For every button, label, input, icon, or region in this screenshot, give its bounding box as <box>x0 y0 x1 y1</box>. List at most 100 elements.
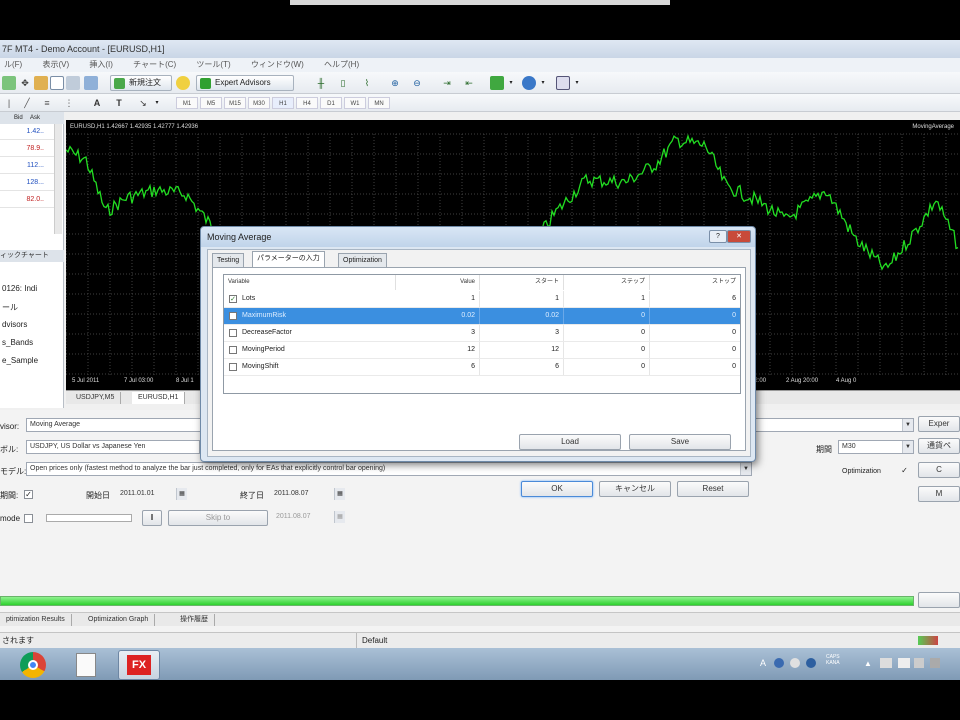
templates-icon[interactable] <box>556 76 570 90</box>
menu-window[interactable]: ウィンドウ(W) <box>251 60 304 69</box>
market-watch-row[interactable]: 128... <box>0 175 54 191</box>
parameter-start[interactable]: 1 <box>480 291 564 307</box>
timeframe-w1[interactable]: W1 <box>344 97 366 109</box>
parameter-step[interactable]: 0 <box>564 359 650 375</box>
speed-slider[interactable] <box>46 514 132 522</box>
settings-icon[interactable] <box>790 658 800 668</box>
parameter-stop[interactable]: 0 <box>650 359 740 375</box>
symbol-properties-button[interactable]: 通貨ペ <box>918 438 960 454</box>
volume-icon[interactable] <box>930 658 940 668</box>
parameter-value[interactable]: 6 <box>396 359 480 375</box>
pause-button[interactable]: ‖ <box>142 510 162 526</box>
parameter-value[interactable]: 1 <box>396 291 480 307</box>
timeframe-mn[interactable]: MN <box>368 97 390 109</box>
parameter-checkbox[interactable] <box>229 329 237 337</box>
chart-tab-eurusd[interactable]: EURUSD,H1 <box>132 392 186 404</box>
channel-icon[interactable]: ≡ <box>40 96 54 110</box>
navigator-item[interactable]: 0126: Indi <box>2 284 37 293</box>
tab-optimization-results[interactable]: ptimization Results <box>0 614 72 626</box>
trendline-icon[interactable]: ╱ <box>20 96 34 110</box>
chrome-icon[interactable] <box>20 652 46 678</box>
metaeditor-icon[interactable] <box>176 76 190 90</box>
parameter-value[interactable]: 3 <box>396 325 480 341</box>
parameter-stop[interactable]: 6 <box>650 291 740 307</box>
tick-chart-tab[interactable]: ィックチャート <box>0 250 64 262</box>
line-chart-icon[interactable]: ⌇ <box>360 76 374 90</box>
reset-button[interactable]: Reset <box>677 481 749 497</box>
network-icon[interactable] <box>914 658 924 668</box>
chart-shift-icon[interactable]: ⇥ <box>440 76 454 90</box>
indicators-icon[interactable] <box>490 76 504 90</box>
mt4-taskbar-button[interactable]: FX <box>118 650 160 680</box>
parameter-stop[interactable]: 0 <box>650 342 740 358</box>
menu-view[interactable]: 表示(V) <box>42 60 69 69</box>
expert-properties-button[interactable]: Exper <box>918 416 960 432</box>
menu-help[interactable]: ヘルプ(H) <box>324 60 359 69</box>
chart-button[interactable]: C <box>918 462 960 478</box>
tab-testing[interactable]: Testing <box>212 253 245 267</box>
navigator-icon[interactable] <box>66 76 80 90</box>
model-select[interactable]: Open prices only (fastest method to anal… <box>26 462 752 476</box>
text-icon[interactable]: A <box>90 96 104 110</box>
ime-lang-icon[interactable]: A <box>760 658 766 668</box>
parameter-start[interactable]: 6 <box>480 359 564 375</box>
parameter-stop[interactable]: 0 <box>650 325 740 341</box>
use-date-checkbox[interactable]: ✓ <box>24 490 33 499</box>
navigator-item[interactable]: s_Bands <box>2 338 33 347</box>
navigator-item[interactable]: dvisors <box>2 320 27 329</box>
visual-mode-checkbox[interactable] <box>24 514 33 523</box>
help-icon[interactable] <box>806 658 816 668</box>
tab-optimization[interactable]: Optimization <box>338 253 387 267</box>
market-watch-row[interactable]: 112... <box>0 158 54 174</box>
parameter-checkbox[interactable]: ✓ <box>229 295 237 303</box>
timeframe-m5[interactable]: M5 <box>200 97 222 109</box>
close-button[interactable]: ✕ <box>727 230 751 243</box>
candlestick-icon[interactable]: ▯ <box>336 76 350 90</box>
navigator-item[interactable]: ール <box>2 302 18 313</box>
terminal-icon[interactable] <box>84 76 98 90</box>
parameter-step[interactable]: 1 <box>564 291 650 307</box>
notepad-icon[interactable] <box>76 653 96 677</box>
tab-inputs[interactable]: パラメーターの入力 <box>252 251 325 268</box>
chevron-down-icon[interactable]: ▾ <box>570 76 584 90</box>
profiles-icon[interactable] <box>34 76 48 90</box>
help-button[interactable]: ? <box>709 230 727 243</box>
timeframe-h4[interactable]: H4 <box>296 97 318 109</box>
market-watch-row[interactable]: 78.9.. <box>0 141 54 157</box>
text-label-icon[interactable]: T <box>112 96 126 110</box>
new-order-button[interactable]: 新規注文 <box>110 75 172 91</box>
start-button[interactable] <box>918 592 960 608</box>
parameter-start[interactable]: 3 <box>480 325 564 341</box>
parameter-step[interactable]: 0 <box>564 342 650 358</box>
autoscroll-icon[interactable]: ⇤ <box>462 76 476 90</box>
parameter-stop[interactable]: 0 <box>650 308 740 324</box>
skip-to-button[interactable]: Skip to <box>168 510 268 526</box>
period-select[interactable]: M30 ▼ <box>838 440 914 454</box>
timeframe-m15[interactable]: M15 <box>224 97 246 109</box>
tab-journal[interactable]: 操作履歴 <box>174 614 215 626</box>
chevron-down-icon[interactable]: ▾ <box>504 76 518 90</box>
fibonacci-icon[interactable]: ⋮ <box>62 96 76 110</box>
timeframe-h1[interactable]: H1 <box>272 97 294 109</box>
window-icon[interactable] <box>50 76 64 90</box>
chevron-down-icon[interactable]: ▾ <box>536 76 550 90</box>
parameter-row[interactable]: MovingPeriod 12 12 0 0 <box>224 342 740 359</box>
parameter-checkbox[interactable] <box>229 346 237 354</box>
bar-chart-icon[interactable]: ╫ <box>314 76 328 90</box>
timeframe-m1[interactable]: M1 <box>176 97 198 109</box>
modify-expert-button[interactable]: M <box>918 486 960 502</box>
load-button[interactable]: Load <box>519 434 621 450</box>
ime-icon[interactable] <box>774 658 784 668</box>
chevron-down-icon[interactable]: ▾ <box>150 96 164 110</box>
parameter-value[interactable]: 12 <box>396 342 480 358</box>
tray-expand-icon[interactable]: ▲ <box>864 659 872 668</box>
from-date[interactable]: 2011.01.01 ▦ <box>116 487 188 501</box>
timeframe-d1[interactable]: D1 <box>320 97 342 109</box>
parameter-step[interactable]: 0 <box>564 308 650 324</box>
periods-icon[interactable] <box>522 76 536 90</box>
parameter-checkbox[interactable] <box>229 312 237 320</box>
market-watch-row[interactable]: 82.0.. <box>0 192 54 208</box>
skip-date[interactable]: 2011.08.07 ▦ <box>272 510 346 524</box>
crosshair-move-icon[interactable]: ✥ <box>18 76 32 90</box>
menu-chart[interactable]: チャート(C) <box>133 60 176 69</box>
